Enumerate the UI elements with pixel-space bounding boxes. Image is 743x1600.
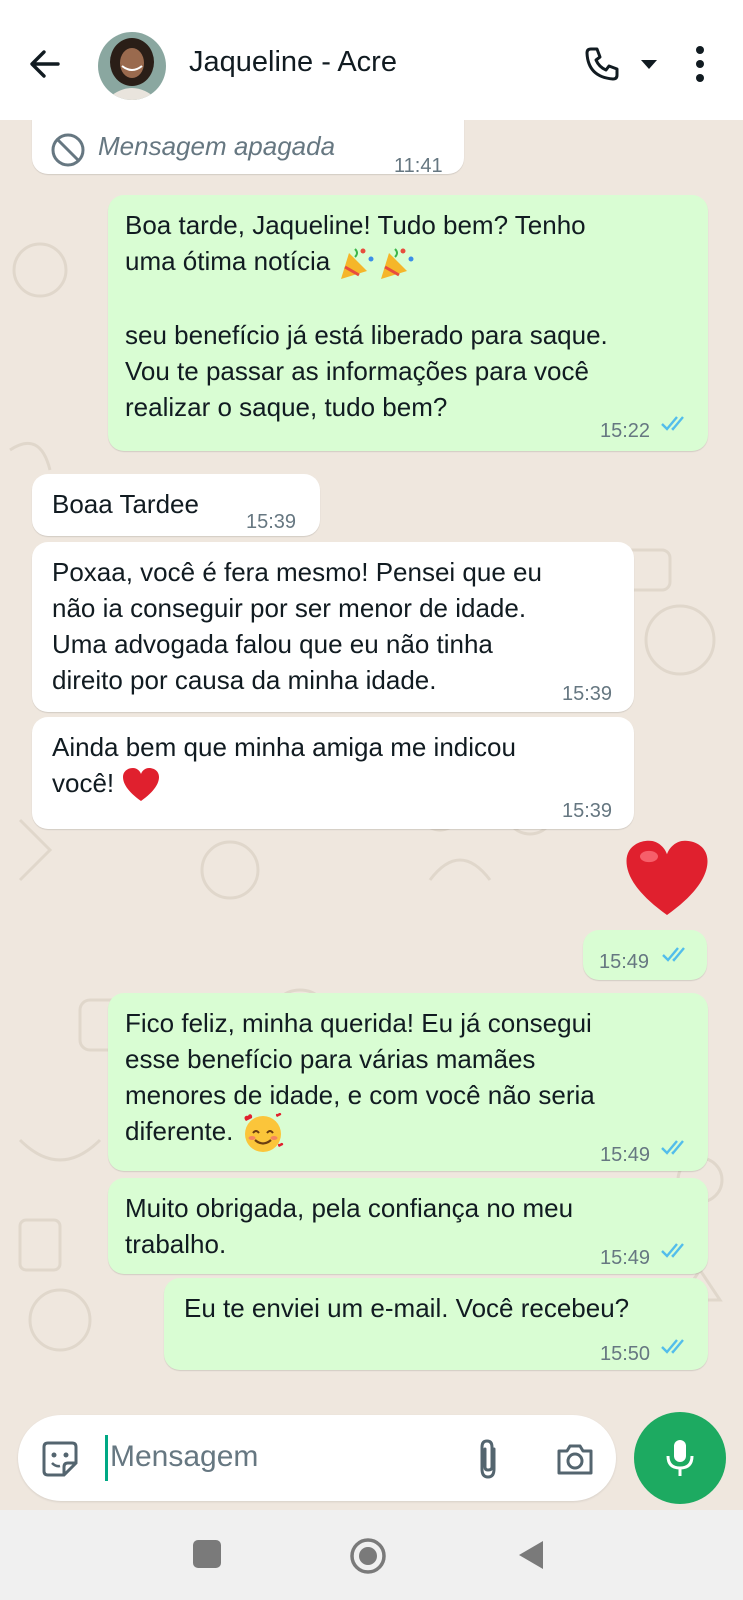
message-bubble-outgoing[interactable]: Muito obrigada, pela confiança no meu tra…	[108, 1178, 708, 1274]
triangle-back-icon	[519, 1541, 543, 1569]
home-button[interactable]	[349, 1537, 387, 1575]
message-time: 15:39	[246, 511, 297, 533]
contact-name[interactable]: Jaqueline - Acre	[189, 46, 397, 79]
mic-icon	[666, 1440, 694, 1476]
voice-message-button[interactable]	[634, 1412, 726, 1504]
message-text: Eu te enviei um e-mail. Você recebeu?	[184, 1293, 630, 1323]
avatar-image	[98, 32, 166, 100]
message-text: Boaa Tardee	[52, 489, 199, 519]
message-time: 15:49	[600, 1247, 651, 1269]
attach-button[interactable]	[468, 1437, 508, 1481]
system-back-button[interactable]	[515, 1538, 547, 1572]
call-button[interactable]	[582, 44, 622, 84]
read-receipt-icon	[661, 1243, 684, 1258]
message-time: 11:41	[394, 155, 443, 177]
message-time: 15:49	[600, 1144, 651, 1166]
chat-area[interactable]: Mensagem apagada 11:41 Boa tarde, Jaquel…	[0, 120, 743, 1510]
read-receipt-icon	[661, 1140, 684, 1155]
avatar[interactable]	[98, 32, 166, 100]
message-time: 15:22	[600, 420, 651, 442]
message-time: 15:50	[600, 1343, 651, 1365]
arrow-left-icon	[30, 50, 60, 78]
back-button[interactable]	[24, 44, 64, 84]
read-receipt-icon	[661, 1339, 684, 1354]
sticker-button[interactable]	[40, 1439, 80, 1479]
message-time: 15:39	[562, 800, 613, 822]
party-popper-icon	[341, 248, 374, 280]
caret-down-icon	[641, 60, 657, 69]
call-options-button[interactable]	[638, 56, 660, 72]
phone-icon	[585, 47, 619, 81]
message-bubble-outgoing[interactable]: Fico feliz, minha querida! Eu já consegu…	[108, 993, 708, 1171]
message-text: Boa tarde, Jaqueline! Tudo bem? Tenho uma…	[125, 210, 608, 423]
camera-icon	[557, 1444, 593, 1475]
camera-button[interactable]	[553, 1437, 597, 1481]
read-receipt-icon	[661, 416, 684, 431]
message-bubble-incoming[interactable]: Ainda bem que minha amiga me indicou você…	[32, 717, 634, 829]
message-text: Fico feliz, minha querida! Eu já consegu…	[125, 1005, 690, 1153]
home-circle-icon	[350, 1538, 386, 1574]
party-popper-icon	[381, 248, 414, 280]
message-bubble-outgoing[interactable]: Eu te enviei um e-mail. Você recebeu? 15…	[164, 1278, 708, 1370]
block-icon	[51, 133, 85, 167]
message-composer	[18, 1415, 616, 1501]
red-heart-icon	[626, 840, 708, 915]
paperclip-icon	[480, 1439, 496, 1479]
message-text: Ainda bem que minha amiga me indicou você…	[52, 729, 622, 803]
read-receipt-icon	[662, 947, 685, 962]
message-bubble-incoming[interactable]: Boaa Tardee 15:39	[32, 474, 320, 536]
recent-apps-button[interactable]	[193, 1540, 221, 1568]
message-bubble-outgoing[interactable]: Boa tarde, Jaqueline! Tudo bem? Tenho uma…	[108, 195, 708, 451]
deleted-message-text: Mensagem apagada	[98, 131, 336, 161]
message-bubble-incoming[interactable]: Mensagem apagada 11:41	[32, 120, 464, 177]
more-options-button[interactable]	[690, 42, 710, 86]
message-emoji-outgoing[interactable]	[622, 838, 718, 928]
sticker-icon	[42, 1441, 78, 1477]
message-input[interactable]	[110, 1427, 440, 1487]
smiling-face-with-hearts-icon	[244, 1113, 283, 1153]
message-text: Poxaa, você é fera mesmo! Pensei que eu n…	[52, 557, 542, 695]
message-time: 15:49	[599, 951, 650, 973]
message-time-pill: 15:49	[583, 930, 707, 980]
message-bubble-incoming[interactable]: Poxaa, você é fera mesmo! Pensei que eu n…	[32, 542, 634, 712]
message-time: 15:39	[562, 683, 613, 705]
more-vertical-icon	[696, 46, 704, 82]
red-heart-icon	[123, 768, 160, 802]
chat-header: Jaqueline - Acre	[0, 0, 743, 120]
text-cursor	[105, 1435, 108, 1481]
